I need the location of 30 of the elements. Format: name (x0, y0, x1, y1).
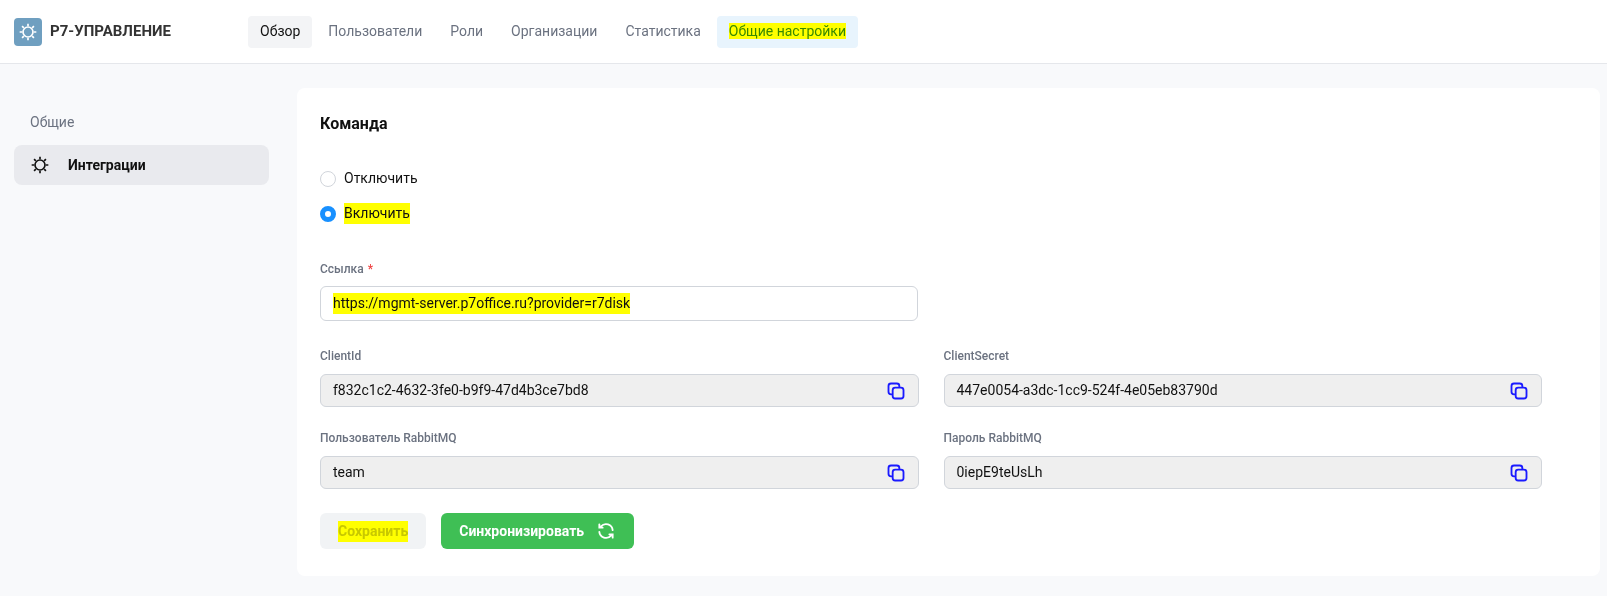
radio-button[interactable] (320, 205, 336, 222)
brand-name: Р7-УПРАВЛЕНИЕ (50, 21, 171, 43)
nav-tab[interactable]: Роли (438, 15, 496, 48)
nav-tab[interactable]: Общие настройки (716, 15, 858, 48)
field-label: Ссылка (320, 261, 364, 278)
section-title: Команда (320, 113, 389, 135)
sidebar-item[interactable]: Интеграции (14, 145, 269, 185)
link-field[interactable]: https://mgmt-server.p7office.ru?provider=r7disk (320, 286, 918, 321)
readonly-field[interactable]: 447e0054-a3dc-1cc9-524f-4e05eb83790d (943, 374, 1542, 407)
gear-icon (30, 155, 50, 175)
required-mark: * (367, 261, 374, 278)
sync-icon (596, 521, 617, 541)
sidebar-heading: Общие (29, 113, 76, 132)
nav-tab[interactable]: Организации (499, 15, 610, 48)
field-label: Пользователь RabbitMQ (320, 430, 458, 447)
nav-tab[interactable]: Обзор (248, 15, 313, 48)
copy-icon[interactable] (885, 462, 906, 483)
copy-icon[interactable] (1509, 462, 1529, 483)
readonly-field[interactable]: 0iepE9teUsLh (943, 456, 1542, 489)
copy-icon[interactable] (885, 380, 906, 401)
nav-tab[interactable]: Статистика (613, 15, 713, 48)
field-label: Пароль RabbitMQ (943, 430, 1043, 447)
radio-label: Отключить (344, 169, 418, 188)
nav-tab[interactable]: Пользователи (316, 15, 435, 48)
copy-icon[interactable] (1509, 380, 1529, 401)
field-label: ClientId (320, 348, 363, 365)
field-label: ClientSecret (943, 348, 1011, 365)
radio-label: Включить (344, 203, 410, 224)
readonly-field[interactable]: team (320, 456, 919, 489)
readonly-field[interactable]: f832c1c2-4632-3fe0-b9f9-47d4b3ce7bd8 (320, 374, 919, 407)
